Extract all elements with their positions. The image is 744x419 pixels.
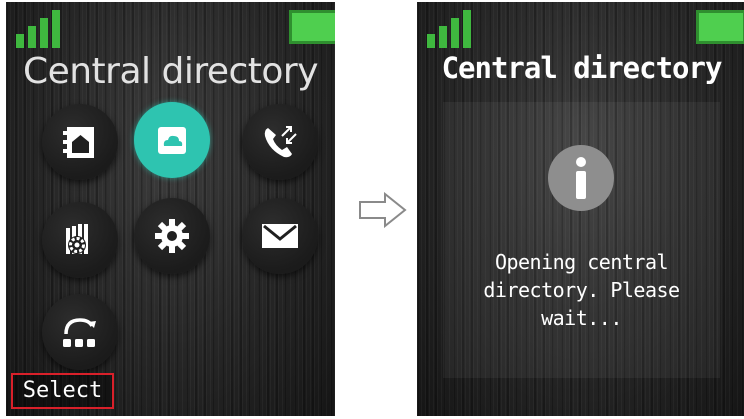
call-list-button[interactable] [242,104,318,180]
loading-dialog: Opening central directory. Please wait..… [443,102,720,378]
arrow-right-icon [359,192,407,228]
headset-connection-icon [63,318,96,347]
central-directory-icon [158,127,186,154]
central-directory-button[interactable] [134,102,210,178]
gear-icon [155,219,189,253]
phone-settings-button[interactable] [42,202,118,278]
battery-icon [289,10,335,44]
settings-button[interactable] [134,198,210,274]
select-softkey[interactable]: Select [11,373,114,409]
handset-screen-menu: Central directory Select [6,2,335,416]
envelope-icon [262,224,298,248]
local-phonebook-button[interactable] [42,104,118,180]
connections-button[interactable] [42,294,118,370]
local-phonebook-icon [63,127,94,158]
info-icon [548,145,614,211]
screen-title: Central directory [441,51,723,85]
signal-strength-icon [16,8,72,48]
menu-title: Central directory [22,51,319,92]
handset-screen-loading: Central directory Opening central direct… [417,2,744,416]
settings-phone-icon [66,224,88,254]
call-list-icon [264,126,297,158]
messaging-button[interactable] [242,198,318,274]
battery-icon [696,10,744,44]
dialog-message: Opening central directory. Please wait..… [483,250,680,330]
signal-strength-icon [427,8,483,48]
